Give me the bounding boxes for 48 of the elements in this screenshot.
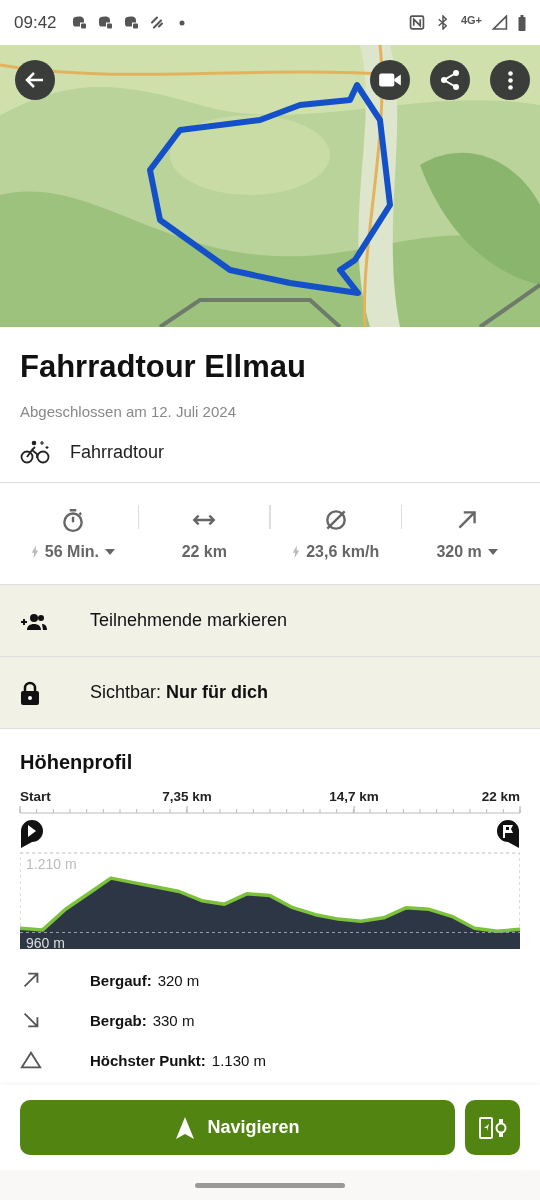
action-row[interactable]: Teilnehmende markieren	[0, 584, 540, 656]
stat-value[interactable]: 320 m	[436, 542, 482, 561]
axis-label: 7,35 km	[162, 789, 212, 804]
action-label: Sichtbar: Nur für dich	[90, 682, 269, 703]
axis-label: 1.210 m	[26, 856, 77, 872]
more-icon	[507, 70, 513, 90]
fact-value: 330 m	[152, 1011, 195, 1029]
device-sync-button[interactable]	[465, 1100, 520, 1155]
fact-value: 1.130 m	[211, 1051, 267, 1069]
action-label: Teilnehmende markieren	[90, 610, 288, 631]
caret-icon[interactable]	[487, 548, 498, 555]
action-row[interactable]: Sichtbar: Nur für dich	[0, 656, 540, 728]
signal-icon	[492, 15, 508, 30]
fact-label: Bergab:	[90, 1011, 147, 1029]
nfc-icon	[408, 15, 425, 30]
axis-label: 14,7 km	[329, 789, 379, 804]
phone-watch-icon	[477, 1115, 508, 1140]
finish-flag-icon	[497, 820, 519, 848]
fact-label: Bergauf:	[90, 971, 152, 989]
activity-type: Fahrradtour	[70, 441, 165, 463]
stat-value: 22 km	[181, 542, 227, 561]
caret-icon[interactable]	[105, 548, 116, 555]
fact-label: Höchster Punkt:	[90, 1051, 206, 1069]
tour-title: Fahrradtour Ellmau	[20, 349, 307, 385]
notification-icon	[70, 15, 87, 30]
navigate-button[interactable]: Navigieren	[20, 1100, 455, 1155]
triangle-icon	[20, 1049, 42, 1071]
share-icon	[438, 68, 462, 92]
battery-icon	[518, 14, 526, 31]
fact-value: 320 m	[157, 971, 200, 989]
dot-icon	[178, 19, 185, 26]
stat-value: 23,6 km/h	[306, 542, 380, 561]
lock-icon	[20, 680, 40, 705]
completion-date: Abgeschlossen am 12. Juli 2024	[20, 403, 237, 420]
axis-label: 22 km	[481, 789, 520, 804]
home-indicator[interactable]	[195, 1182, 345, 1188]
start-marker-icon	[21, 820, 43, 848]
network-label: 4G+	[460, 13, 482, 26]
axis-label: 960 m	[26, 935, 65, 952]
status-time: 09:42	[14, 12, 57, 33]
notification-icon	[122, 15, 139, 30]
notification-icon	[96, 15, 113, 30]
stat-value[interactable]: 56 Min.	[44, 542, 100, 561]
bicycle-icon	[20, 439, 50, 465]
navigation-arrow-icon	[175, 1115, 196, 1140]
notification-icon	[148, 15, 165, 30]
axis-label: Start	[20, 789, 51, 804]
section-heading: Höhenprofil	[20, 751, 134, 774]
